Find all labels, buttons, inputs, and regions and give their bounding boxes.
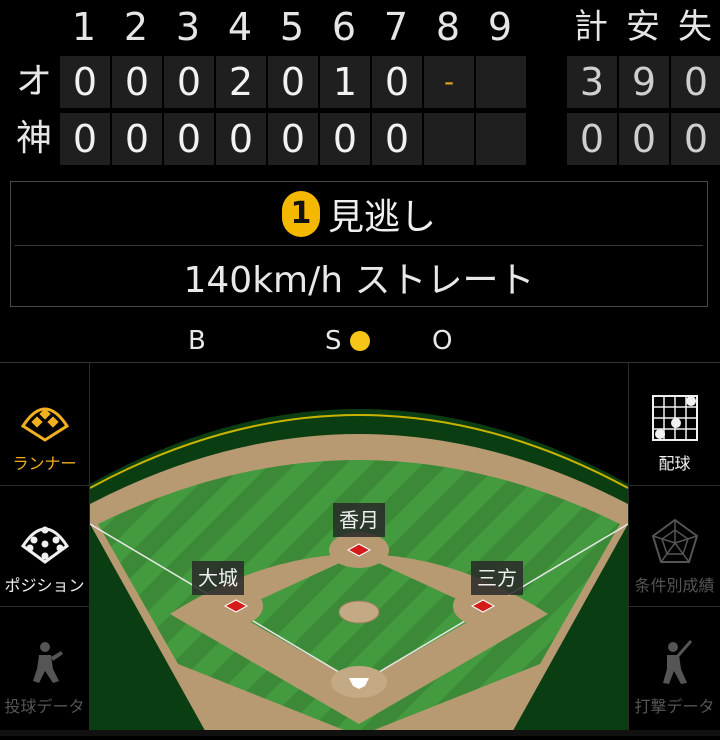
errors-header: 失 bbox=[678, 7, 712, 47]
pitching-data-menu-button[interactable]: 投球データ bbox=[0, 607, 89, 727]
home-inning-7: 0 bbox=[372, 113, 422, 165]
pitch-detail-text: 140km/h ストレート bbox=[183, 260, 535, 301]
runner-menu-button[interactable]: ランナー bbox=[0, 364, 89, 484]
play-result-text: 見逃し bbox=[327, 196, 436, 238]
radar-chart-icon bbox=[651, 518, 698, 563]
home-inning-6: 0 bbox=[320, 113, 370, 165]
play-result-row: 1 見逃し bbox=[11, 182, 707, 245]
pitch-number-badge: 1 bbox=[281, 190, 320, 237]
inning-header-6: 6 bbox=[331, 5, 357, 49]
batting-data-menu-button[interactable]: 打撃データ bbox=[630, 607, 719, 727]
away-inning-8: - bbox=[424, 56, 474, 108]
position-menu-label: ポジション bbox=[4, 576, 85, 595]
split-stats-menu-label: 条件別成績 bbox=[634, 576, 715, 595]
pitching-data-menu-label: 投球データ bbox=[4, 697, 85, 716]
out-count-label: O bbox=[432, 326, 453, 356]
field-diagram bbox=[89, 409, 629, 736]
position-icon bbox=[20, 526, 69, 564]
bottom-bar bbox=[0, 730, 720, 736]
section-divider bbox=[0, 362, 720, 363]
home-runs: 0 bbox=[567, 113, 617, 165]
away-inning-6: 1 bbox=[320, 56, 370, 108]
strike-count-label: S bbox=[325, 326, 342, 356]
home-inning-1: 0 bbox=[60, 113, 110, 165]
third-base-player-tag[interactable]: 大城 bbox=[192, 561, 244, 595]
home-inning-5: 0 bbox=[268, 113, 318, 165]
position-menu-button[interactable]: ポジション bbox=[0, 486, 89, 606]
home-errors: 0 bbox=[671, 113, 720, 165]
split-stats-menu-button[interactable]: 条件別成績 bbox=[630, 486, 719, 606]
batting-data-menu-label: 打撃データ bbox=[634, 697, 715, 716]
away-inning-4: 2 bbox=[216, 56, 266, 108]
runner-menu-label: ランナー bbox=[12, 454, 77, 473]
pitcher-icon bbox=[32, 642, 63, 683]
baseball-field: 香月 大城 三方 bbox=[89, 364, 629, 740]
away-inning-9 bbox=[476, 56, 526, 108]
pitch-chart-menu-button[interactable]: 配球 bbox=[630, 364, 719, 484]
home-inning-2: 0 bbox=[112, 113, 162, 165]
away-inning-2: 0 bbox=[112, 56, 162, 108]
runs-header: 計 bbox=[574, 7, 608, 47]
away-inning-7: 0 bbox=[372, 56, 422, 108]
away-errors: 0 bbox=[671, 56, 720, 108]
first-base-player-tag[interactable]: 三方 bbox=[471, 561, 523, 595]
pitch-chart-menu-label: 配球 bbox=[658, 454, 691, 473]
away-inning-5: 0 bbox=[268, 56, 318, 108]
ball-count-label: B bbox=[188, 326, 206, 356]
home-inning-3: 0 bbox=[164, 113, 214, 165]
right-menu-border bbox=[628, 363, 629, 736]
second-base-player-tag[interactable]: 香月 bbox=[333, 503, 385, 537]
away-hits: 9 bbox=[619, 56, 669, 108]
inning-header-5: 5 bbox=[279, 5, 305, 49]
inning-header-1: 1 bbox=[71, 5, 97, 49]
diamond-icon bbox=[20, 407, 69, 442]
away-team-name: オ bbox=[15, 61, 52, 102]
pitch-grid-icon bbox=[651, 395, 698, 441]
strike-indicator-1 bbox=[350, 331, 370, 351]
inning-header-7: 7 bbox=[383, 5, 409, 49]
inning-header-3: 3 bbox=[175, 5, 201, 49]
batter-icon bbox=[662, 640, 692, 684]
home-team-name: 神 bbox=[15, 118, 52, 159]
hits-header: 安 bbox=[626, 7, 660, 47]
home-inning-9 bbox=[476, 113, 526, 165]
left-menu-border bbox=[89, 363, 90, 736]
play-result-panel: 1 見逃し 140km/h ストレート bbox=[10, 181, 708, 307]
home-inning-8 bbox=[424, 113, 474, 165]
away-inning-3: 0 bbox=[164, 56, 214, 108]
home-hits: 0 bbox=[619, 113, 669, 165]
inning-header-9: 9 bbox=[487, 5, 513, 49]
away-inning-1: 0 bbox=[60, 56, 110, 108]
away-runs: 3 bbox=[567, 56, 617, 108]
inning-header-2: 2 bbox=[123, 5, 149, 49]
inning-header-8: 8 bbox=[435, 5, 461, 49]
inning-header-4: 4 bbox=[227, 5, 253, 49]
home-inning-4: 0 bbox=[216, 113, 266, 165]
